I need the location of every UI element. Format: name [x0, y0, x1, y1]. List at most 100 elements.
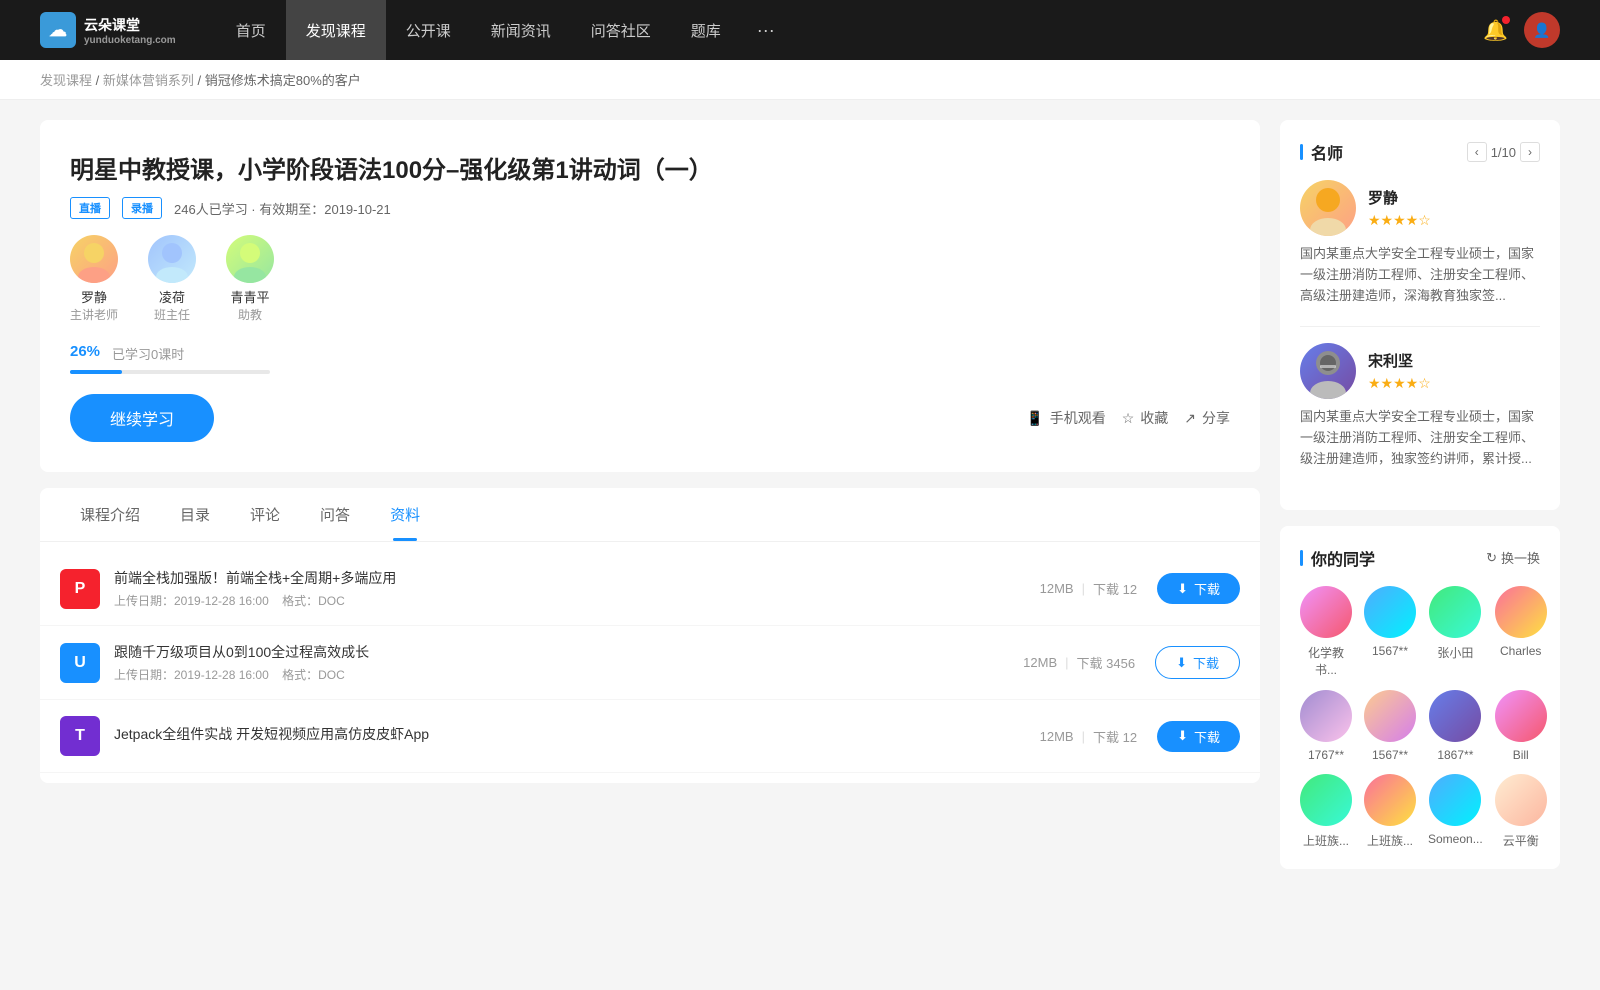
header: ☁ 云朵课堂 yunduoketang.com 首页 发现课程 公开课 新闻资讯…	[0, 0, 1600, 60]
nav-quiz[interactable]: 题库	[671, 0, 741, 60]
classmate-7-avatar	[1429, 690, 1481, 742]
collect-label: 收藏	[1140, 408, 1168, 428]
teacher-3-info: 青青平 助教	[231, 287, 270, 323]
share-button[interactable]: ↗ 分享	[1184, 408, 1230, 428]
nav-qa[interactable]: 问答社区	[571, 0, 671, 60]
tab-materials[interactable]: 资料	[370, 488, 440, 541]
classmate-10[interactable]: 上班族...	[1364, 774, 1416, 849]
badge-record: 录播	[122, 197, 162, 219]
classmate-3[interactable]: 张小田	[1428, 586, 1483, 678]
share-label: 分享	[1202, 408, 1230, 428]
classmate-11[interactable]: Someon...	[1428, 774, 1483, 849]
next-page-button[interactable]: ›	[1520, 142, 1540, 162]
classmate-12[interactable]: 云平衡	[1495, 774, 1547, 849]
nav-open[interactable]: 公开课	[386, 0, 471, 60]
classmate-5-name: 1767**	[1308, 748, 1344, 762]
sidebar-teacher-2-desc: 国内某重点大学安全工程专业硕士，国家一级注册消防工程师、注册安全工程师、级注册建…	[1300, 407, 1540, 469]
breadcrumb-sep2: /	[198, 73, 205, 88]
breadcrumb-series[interactable]: 新媒体营销系列	[103, 73, 194, 88]
classmate-12-avatar	[1495, 774, 1547, 826]
logo[interactable]: ☁ 云朵课堂 yunduoketang.com	[40, 12, 176, 48]
course-card: 明星中教授课，小学阶段语法100分–强化级第1讲动词（一） 直播 录播 246人…	[40, 120, 1260, 472]
file-item-2: U 跟随千万级项目从0到100全过程高效成长 上传日期：2019-12-28 1…	[40, 626, 1260, 700]
classmate-2[interactable]: 1567**	[1364, 586, 1416, 678]
file-name-2: 跟随千万级项目从0到100全过程高效成长	[114, 642, 1023, 662]
teacher-3-name: 青青平	[231, 287, 270, 306]
classmate-4-avatar	[1495, 586, 1547, 638]
classmates-sidebar-card: 你的同学 ↻ 换一换 化学教书... 1567** 张小田	[1280, 526, 1560, 869]
sidebar-teacher-2-avatar	[1300, 343, 1356, 399]
teacher-2-info: 凌荷 班主任	[154, 287, 190, 323]
classmate-6-name: 1567**	[1372, 748, 1408, 762]
teacher-1-name: 罗静	[81, 287, 107, 306]
logo-icon: ☁	[40, 12, 76, 48]
teacher-divider	[1300, 326, 1540, 327]
classmate-7[interactable]: 1867**	[1428, 690, 1483, 762]
teacher-1-role: 主讲老师	[70, 306, 118, 323]
sidebar-teacher-2: 宋利坚 ★★★★☆ 国内某重点大学安全工程专业硕士，国家一级注册消防工程师、注册…	[1300, 343, 1540, 469]
refresh-label: 换一换	[1501, 548, 1540, 567]
teacher-2-role: 班主任	[154, 306, 190, 323]
nav-news[interactable]: 新闻资讯	[471, 0, 571, 60]
classmates-grid: 化学教书... 1567** 张小田 Charles 1767**	[1300, 586, 1540, 849]
teachers-list: 罗静 主讲老师 凌荷 班主任	[70, 235, 1230, 323]
breadcrumb-sep1: /	[96, 73, 103, 88]
classmate-10-name: 上班族...	[1367, 832, 1413, 849]
sidebar-teacher-1-name: 罗静	[1368, 187, 1431, 208]
teachers-sidebar-title: 名师 ‹ 1/10 ›	[1300, 140, 1540, 164]
teacher-3: 青青平 助教	[226, 235, 274, 323]
classmate-8-avatar	[1495, 690, 1547, 742]
mobile-watch-button[interactable]: 📱 手机观看	[1026, 408, 1105, 428]
notification-dot	[1502, 16, 1510, 24]
download-button-3[interactable]: ⬇ 下载	[1157, 721, 1240, 752]
file-item-1: P 前端全栈加强版！前端全栈+全周期+多端应用 上传日期：2019-12-28 …	[40, 552, 1260, 626]
download-icon-2: ⬇	[1176, 655, 1187, 671]
download-button-2[interactable]: ⬇ 下载	[1155, 646, 1240, 679]
continue-button[interactable]: 继续学习	[70, 394, 214, 442]
collect-button[interactable]: ☆ 收藏	[1122, 408, 1169, 428]
user-avatar[interactable]: 👤	[1524, 12, 1560, 48]
classmate-5-avatar	[1300, 690, 1352, 742]
classmate-3-avatar	[1429, 586, 1481, 638]
bell-icon[interactable]: 🔔	[1483, 18, 1508, 43]
sidebar-teacher-1-desc: 国内某重点大学安全工程专业硕士，国家一级注册消防工程师、注册安全工程师、高级注册…	[1300, 244, 1540, 306]
file-meta-1: 上传日期：2019-12-28 16:00 格式：DOC	[114, 592, 1040, 609]
file-name-1: 前端全栈加强版！前端全栈+全周期+多端应用	[114, 568, 1040, 588]
classmates-refresh[interactable]: ↻ 换一换	[1486, 548, 1540, 567]
classmate-10-avatar	[1364, 774, 1416, 826]
breadcrumb-current: 销冠修炼术搞定80%的客户	[205, 73, 361, 88]
nav-discover[interactable]: 发现课程	[286, 0, 386, 60]
file-info-3: Jetpack全组件实战 开发短视频应用高仿皮皮虾App	[114, 724, 1040, 748]
file-meta-2: 上传日期：2019-12-28 16:00 格式：DOC	[114, 666, 1023, 683]
file-item-3: T Jetpack全组件实战 开发短视频应用高仿皮皮虾App 12MB | 下载…	[40, 700, 1260, 773]
classmate-4[interactable]: Charles	[1495, 586, 1547, 678]
tab-qa[interactable]: 问答	[300, 488, 370, 541]
classmate-1[interactable]: 化学教书...	[1300, 586, 1352, 678]
course-meta: 直播 录播 246人已学习 · 有效期至：2019-10-21	[70, 197, 1230, 219]
file-icon-3: T	[60, 716, 100, 756]
share-icon: ↗	[1184, 410, 1196, 427]
sidebar-teacher-1-header: 罗静 ★★★★☆	[1300, 180, 1540, 236]
download-icon-1: ⬇	[1177, 581, 1188, 597]
tab-comments[interactable]: 评论	[230, 488, 300, 541]
nav-home[interactable]: 首页	[216, 0, 286, 60]
course-actions: 继续学习 📱 手机观看 ☆ 收藏 ↗ 分享	[70, 394, 1230, 442]
prev-page-button[interactable]: ‹	[1467, 142, 1487, 162]
tab-intro[interactable]: 课程介绍	[60, 488, 160, 541]
breadcrumb-home[interactable]: 发现课程	[40, 73, 92, 88]
classmate-9[interactable]: 上班族...	[1300, 774, 1352, 849]
classmate-6-avatar	[1364, 690, 1416, 742]
classmate-5[interactable]: 1767**	[1300, 690, 1352, 762]
download-button-1[interactable]: ⬇ 下载	[1157, 573, 1240, 604]
classmate-4-name: Charles	[1500, 644, 1541, 658]
progress-percent: 26%	[70, 343, 100, 360]
classmate-8[interactable]: Bill	[1495, 690, 1547, 762]
tab-contents[interactable]: 目录	[160, 488, 230, 541]
teachers-pagination: ‹ 1/10 ›	[1467, 142, 1540, 162]
tabs-section: 课程介绍 目录 评论 问答 资料 P 前端全栈加强版！前端全栈+全周期+多端应用…	[40, 488, 1260, 783]
tabs: 课程介绍 目录 评论 问答 资料	[40, 488, 1260, 542]
nav-more-button[interactable]: ···	[741, 0, 791, 60]
classmate-6[interactable]: 1567**	[1364, 690, 1416, 762]
action-buttons: 📱 手机观看 ☆ 收藏 ↗ 分享	[1026, 408, 1230, 428]
classmates-sidebar-title: 你的同学 ↻ 换一换	[1300, 546, 1540, 570]
